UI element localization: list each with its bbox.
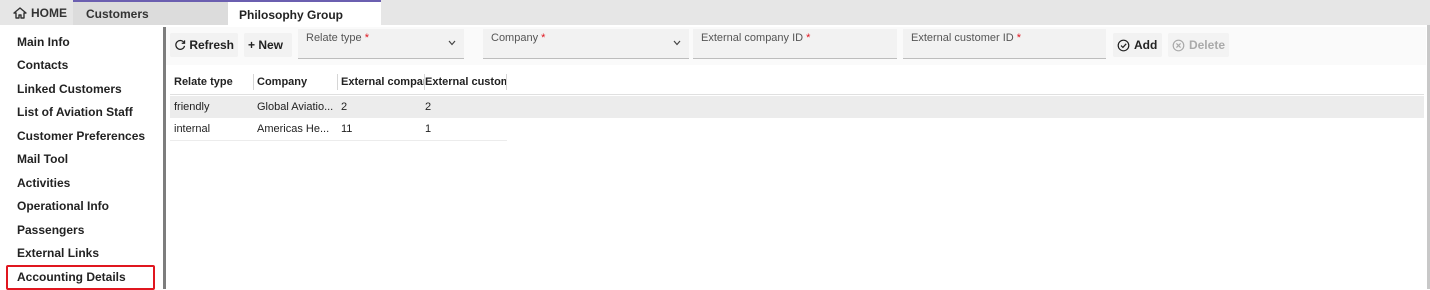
tab-philosophy-group-label: Philosophy Group bbox=[239, 7, 343, 22]
sidebar-item-passengers[interactable]: Passengers bbox=[17, 223, 84, 237]
panel-divider[interactable] bbox=[163, 27, 166, 289]
chevron-down-icon bbox=[673, 40, 681, 46]
column-resize-handle[interactable] bbox=[506, 74, 507, 90]
sidebar-item-activities[interactable]: Activities bbox=[17, 176, 70, 190]
company-select[interactable]: Company * bbox=[483, 29, 689, 59]
header-divider bbox=[170, 94, 1424, 95]
external-company-id-field[interactable]: External company ID * bbox=[693, 29, 897, 59]
external-company-id-label: External company ID * bbox=[701, 32, 810, 44]
cancel-circle-icon bbox=[1172, 39, 1185, 51]
sidebar-item-accounting-details[interactable]: Accounting Details bbox=[17, 270, 126, 284]
external-company-id-label-text: External company ID bbox=[701, 32, 804, 44]
add-button[interactable]: Add bbox=[1113, 33, 1162, 57]
refresh-button[interactable]: Refresh bbox=[170, 33, 238, 57]
cell-relate-type: friendly bbox=[174, 101, 210, 113]
sidebar-item-linked-customers[interactable]: Linked Customers bbox=[17, 82, 122, 96]
column-header-external-customer[interactable]: External customei bbox=[425, 72, 506, 92]
column-resize-handle[interactable] bbox=[253, 74, 254, 90]
tab-home-label: HOME bbox=[31, 5, 67, 20]
tab-home[interactable]: HOME bbox=[0, 0, 73, 25]
company-label: Company * bbox=[491, 32, 545, 44]
sidebar: Main Info Contacts Linked Customers List… bbox=[0, 27, 163, 290]
sidebar-item-customer-preferences[interactable]: Customer Preferences bbox=[17, 129, 145, 143]
relate-type-select[interactable]: Relate type * bbox=[298, 29, 464, 59]
cell-company: Americas He... bbox=[257, 123, 330, 135]
cell-company: Global Aviatio... bbox=[257, 101, 334, 113]
column-header-company[interactable]: Company bbox=[257, 72, 337, 92]
sidebar-item-mail-tool[interactable]: Mail Tool bbox=[17, 152, 68, 166]
tab-customers[interactable]: Customers bbox=[73, 0, 228, 25]
external-customer-id-label-text: External customer ID bbox=[911, 32, 1014, 44]
company-label-text: Company bbox=[491, 32, 539, 44]
column-resize-handle[interactable] bbox=[337, 74, 338, 90]
cell-external-company: 11 bbox=[341, 123, 353, 135]
cell-external-customer: 2 bbox=[425, 101, 432, 113]
sidebar-item-operational-info[interactable]: Operational Info bbox=[17, 199, 109, 213]
sidebar-item-contacts[interactable]: Contacts bbox=[17, 58, 68, 72]
delete-button[interactable]: Delete bbox=[1168, 33, 1229, 57]
required-marker: * bbox=[364, 32, 369, 44]
check-circle-icon bbox=[1117, 39, 1130, 51]
add-button-label: Add bbox=[1134, 38, 1158, 52]
sidebar-item-aviation-staff[interactable]: List of Aviation Staff bbox=[17, 105, 133, 119]
home-icon bbox=[13, 6, 27, 19]
sidebar-item-main-info[interactable]: Main Info bbox=[17, 35, 70, 49]
tab-philosophy-group[interactable]: Philosophy Group bbox=[228, 0, 381, 27]
tab-customers-label: Customers bbox=[86, 6, 149, 21]
cell-external-customer: 1 bbox=[425, 123, 432, 135]
external-customer-id-field[interactable]: External customer ID * bbox=[903, 29, 1106, 59]
refresh-button-label: Refresh bbox=[189, 38, 234, 52]
sidebar-item-external-links[interactable]: External Links bbox=[17, 246, 99, 260]
relate-type-label: Relate type * bbox=[306, 32, 369, 44]
new-button-label: + New bbox=[248, 38, 284, 52]
cell-relate-type: internal bbox=[174, 123, 211, 135]
required-marker: * bbox=[1016, 32, 1022, 44]
column-header-external-company[interactable]: External company bbox=[341, 72, 425, 92]
external-customer-id-label: External customer ID * bbox=[911, 32, 1021, 44]
table-row[interactable]: internal Americas He... 11 1 bbox=[170, 118, 507, 141]
required-marker: * bbox=[806, 32, 811, 44]
chevron-down-icon bbox=[448, 40, 456, 46]
cell-external-company: 2 bbox=[341, 101, 348, 113]
delete-button-label: Delete bbox=[1188, 38, 1225, 52]
table-row[interactable]: friendly Global Aviatio... 2 2 bbox=[170, 96, 1424, 118]
relate-type-label-text: Relate type bbox=[306, 32, 362, 44]
new-button[interactable]: + New bbox=[244, 33, 292, 57]
refresh-icon bbox=[175, 39, 186, 50]
column-header-relate-type[interactable]: Relate type bbox=[174, 72, 252, 92]
required-marker: * bbox=[541, 32, 546, 44]
